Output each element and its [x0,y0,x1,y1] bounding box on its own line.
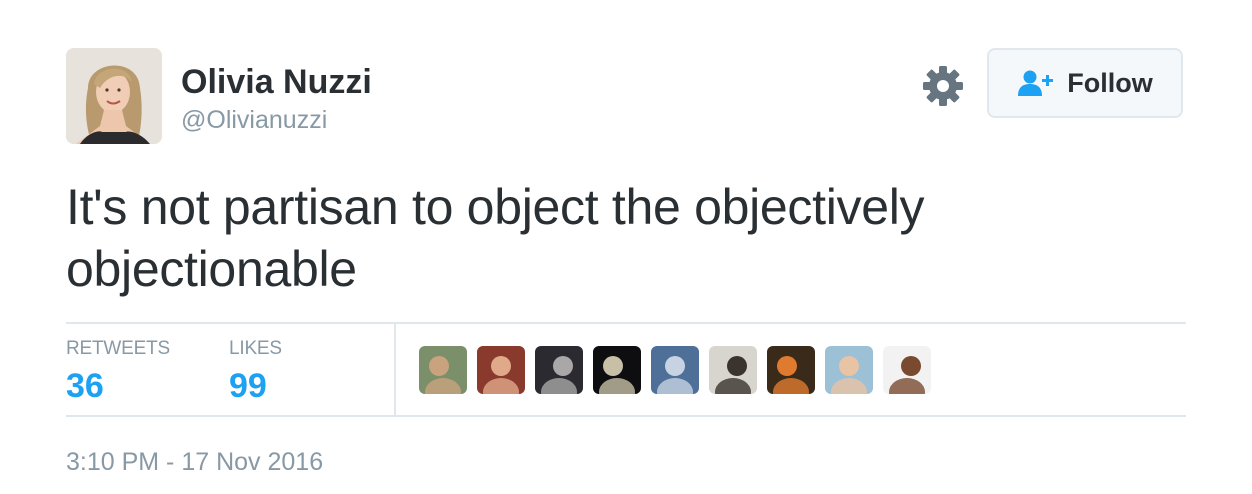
retweets-label: RETWEETS [66,338,170,359]
author-avatar[interactable] [66,48,162,144]
retweets-count: 36 [66,367,104,405]
likers-avatar-row [419,346,931,394]
liker-avatar-4[interactable] [593,346,641,394]
liker-avatar-2[interactable] [477,346,525,394]
add-user-icon [1018,70,1054,96]
gear-icon[interactable] [922,65,964,107]
likes-count: 99 [229,367,267,405]
stats-divider-bottom [66,415,1186,417]
stats-divider-top [66,322,1186,324]
liker-avatar-5[interactable] [651,346,699,394]
likes-stat[interactable]: LIKES 99 [229,338,282,406]
tweet-card: Olivia Nuzzi @Olivianuzzi Follow It's no… [0,0,1252,494]
liker-avatar-7[interactable] [767,346,815,394]
tweet-text: It's not partisan to object the objectiv… [66,179,925,297]
liker-avatar-3[interactable] [535,346,583,394]
liker-avatar-6[interactable] [709,346,757,394]
author-handle[interactable]: @Olivianuzzi [181,104,327,136]
retweets-stat[interactable]: RETWEETS 36 [66,338,170,406]
stats-vertical-divider [394,324,396,415]
likes-label: LIKES [229,338,282,359]
author-display-name[interactable]: Olivia Nuzzi [181,62,372,102]
liker-avatar-9[interactable] [883,346,931,394]
tweet-timestamp[interactable]: 3:10 PM - 17 Nov 2016 [66,447,323,477]
liker-avatar-1[interactable] [419,346,467,394]
follow-button-label: Follow [1067,67,1153,98]
liker-avatar-8[interactable] [825,346,873,394]
follow-button[interactable]: Follow [987,48,1183,118]
